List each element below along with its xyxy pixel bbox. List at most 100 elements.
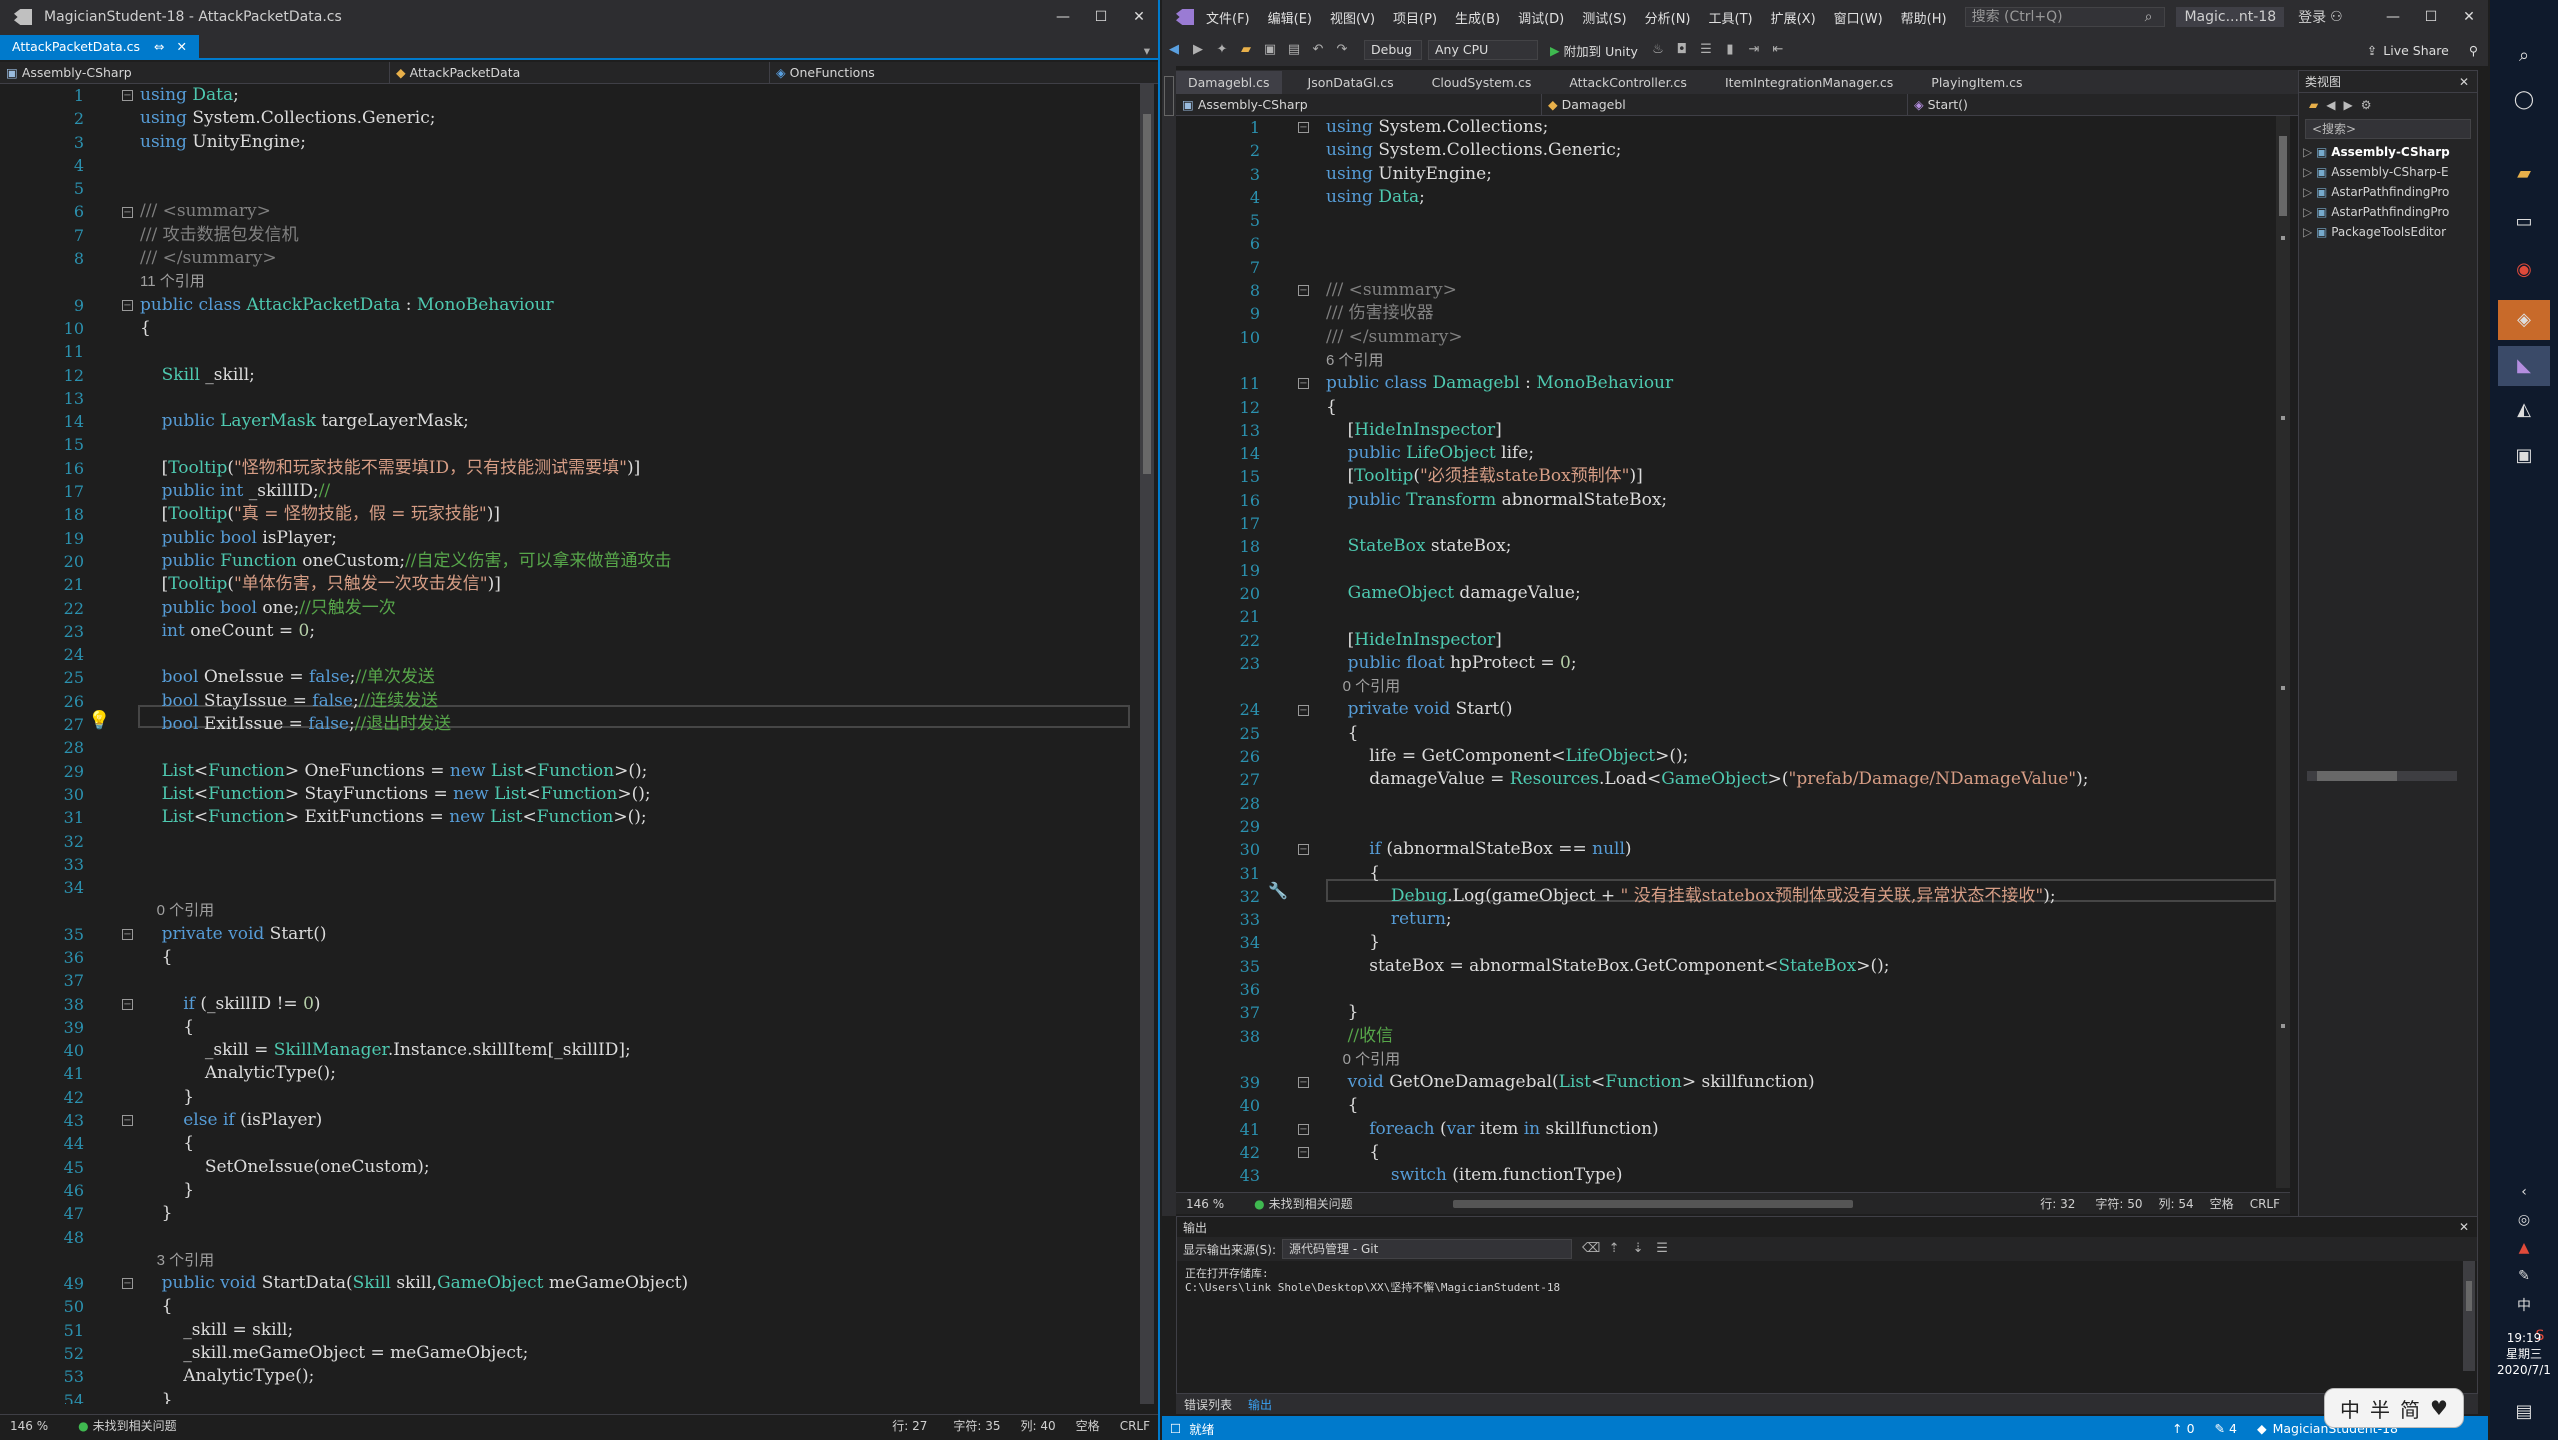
lightbulb-icon[interactable]: 💡: [88, 710, 110, 731]
word-wrap-icon[interactable]: ☰: [1654, 1241, 1670, 1257]
maximize-icon[interactable]: ☐: [2412, 9, 2450, 25]
platform-dropdown[interactable]: Any CPU: [1428, 40, 1538, 60]
menu-item[interactable]: 工具(T): [1709, 8, 1753, 27]
horizontal-scrollbar[interactable]: [1452, 1199, 1853, 1208]
bottom-tab[interactable]: 错误列表: [1176, 1396, 1240, 1413]
ime-chinese[interactable]: 中: [2340, 1394, 2360, 1423]
right-vertical-scrollbar[interactable]: [2276, 116, 2290, 1188]
forward-icon[interactable]: ▶: [1190, 42, 1206, 58]
fold-toggle-icon[interactable]: −: [1298, 285, 1309, 297]
flame-icon[interactable]: ♨: [1650, 42, 1666, 58]
fold-toggle-icon[interactable]: −: [1298, 1147, 1309, 1159]
unity-hub-icon[interactable]: ◈: [2498, 300, 2550, 340]
editor-tab[interactable]: Damagebl.cs: [1176, 71, 1282, 94]
search-input[interactable]: 搜索 (Ctrl+Q): [1964, 7, 2165, 27]
menu-item[interactable]: 测试(S): [1582, 8, 1626, 27]
left-vertical-scrollbar[interactable]: [1140, 84, 1154, 1404]
fold-toggle-icon[interactable]: −: [122, 1278, 133, 1290]
right-code-editor[interactable]: 1 2 3 4 5 6 7 8 9 10 11 12 13 14 15 16 17 18 19 20 21 22 23 24 2…: [1176, 116, 2276, 1188]
close-icon[interactable]: ✕: [2450, 9, 2488, 25]
class-dropdown[interactable]: ◆ Damagebl: [1542, 93, 1908, 116]
save-all-icon[interactable]: ▤: [1286, 42, 1302, 58]
zoom-level[interactable]: 146 %: [10, 1419, 48, 1433]
bottom-tab[interactable]: 输出: [1240, 1396, 1280, 1413]
ime-toolbar[interactable]: 中 半 简 ♥: [2324, 1388, 2464, 1428]
terminal-icon[interactable]: ▭: [2508, 206, 2540, 238]
menu-item[interactable]: 扩展(X): [1771, 8, 1816, 27]
back-icon[interactable]: ◀: [1166, 42, 1182, 58]
ime-simplified[interactable]: 简: [2400, 1394, 2420, 1423]
indent-icon[interactable]: ⇥: [1746, 42, 1762, 58]
menu-item[interactable]: 窗口(W): [1834, 8, 1883, 27]
member-dropdown[interactable]: ◈ OneFunctions: [770, 62, 1140, 84]
chrome-icon[interactable]: ◉: [2508, 254, 2540, 286]
forward-icon[interactable]: ▶: [2343, 98, 2352, 112]
fold-toggle-icon[interactable]: −: [122, 299, 133, 311]
editor-tab[interactable]: AttackController.cs: [1557, 71, 1699, 94]
close-icon[interactable]: ✕: [1120, 9, 1158, 25]
search-icon[interactable]: ⌕: [2508, 40, 2540, 72]
minimize-icon[interactable]: —: [2374, 9, 2412, 25]
member-dropdown[interactable]: ◈ Start(): [1908, 94, 2258, 116]
attach-unity-button[interactable]: 附加到 Unity: [1564, 41, 1638, 60]
left-scroll-thumb[interactable]: [1143, 114, 1151, 474]
project-dropdown[interactable]: ▣ Assembly-CSharp: [0, 61, 390, 84]
fold-toggle-icon[interactable]: −: [1298, 1123, 1309, 1135]
pin-icon[interactable]: ⇔: [154, 39, 164, 54]
live-share-button[interactable]: Live Share: [2383, 43, 2449, 58]
editor-tab[interactable]: ItemIntegrationManager.cs: [1713, 71, 1905, 94]
outdent-icon[interactable]: ⇤: [1770, 42, 1786, 58]
fold-toggle-icon[interactable]: −: [122, 928, 133, 940]
tab-attackpacketdata[interactable]: AttackPacketData.cs ⇔ ✕: [0, 35, 199, 58]
fold-toggle-icon[interactable]: −: [1298, 844, 1309, 856]
server-explorer-tab[interactable]: [1164, 76, 1174, 116]
git-up-count[interactable]: 0: [2187, 1421, 2195, 1436]
fold-toggle-icon[interactable]: −: [122, 1115, 133, 1127]
fold-toggle-icon[interactable]: −: [1298, 378, 1309, 390]
task-view-icon[interactable]: ◯: [2508, 84, 2540, 116]
unity-icon[interactable]: ◭: [2508, 394, 2540, 426]
zoom-level[interactable]: 146 %: [1186, 1197, 1224, 1211]
output-source-dropdown[interactable]: 源代码管理 - Git: [1282, 1239, 1573, 1259]
undo-icon[interactable]: ↶: [1310, 42, 1326, 58]
project-dropdown[interactable]: ▣ Assembly-CSharp: [1176, 93, 1542, 116]
back-icon[interactable]: ◀: [2326, 98, 2335, 112]
issues-status[interactable]: 未找到相关问题: [1269, 1195, 1353, 1212]
fold-toggle-icon[interactable]: −: [122, 206, 133, 218]
maximize-icon[interactable]: ☐: [1082, 9, 1120, 25]
pen-icon[interactable]: ✎: [2508, 1260, 2540, 1292]
class-view-item[interactable]: ▷ ▣ AstarPathfindingPro: [2303, 185, 2477, 205]
fold-toggle-icon[interactable]: −: [122, 998, 133, 1010]
clock-time[interactable]: 19:19: [2490, 1330, 2558, 1346]
feedback-icon[interactable]: ⚲: [2469, 43, 2478, 58]
fold-toggle-icon[interactable]: −: [1298, 122, 1309, 133]
class-view-item[interactable]: ▷ ▣ AstarPathfindingPro: [2303, 205, 2477, 225]
menu-item[interactable]: 项目(P): [1393, 8, 1437, 27]
configuration-dropdown[interactable]: Debug: [1364, 40, 1422, 60]
clear-icon[interactable]: ⌫: [1582, 1241, 1600, 1257]
open-folder-icon[interactable]: ▰: [1238, 42, 1254, 58]
login-link[interactable]: 登录: [2298, 7, 2326, 27]
app-icon[interactable]: ▣: [2508, 440, 2540, 472]
class-view-scrollbar[interactable]: [2307, 771, 2457, 781]
menu-item[interactable]: 分析(N): [1645, 8, 1691, 27]
class-dropdown[interactable]: ◆ AttackPacketData: [390, 61, 770, 84]
left-code-editor[interactable]: 1 2 3 4 5 6 7 8 9 10 11 12 13 14 15 16 17 18 19 20 21 22 23 24 2…: [0, 84, 1140, 1404]
fold-toggle-icon[interactable]: −: [1298, 704, 1309, 716]
menu-item[interactable]: 生成(B): [1455, 8, 1500, 27]
user-icon[interactable]: ⚇: [2330, 9, 2343, 25]
redo-icon[interactable]: ↷: [1334, 42, 1350, 58]
save-icon[interactable]: ▣: [1262, 42, 1278, 58]
class-view-search[interactable]: <搜索>: [2305, 119, 2471, 139]
menu-item[interactable]: 文件(F): [1206, 8, 1250, 27]
notification-icon[interactable]: ▤: [2508, 1396, 2540, 1428]
file-explorer-icon[interactable]: ▰: [2508, 158, 2540, 190]
tab-close-icon[interactable]: ✕: [176, 39, 186, 54]
tab-dropdown-icon[interactable]: ▾: [1144, 43, 1150, 58]
bookmark-icon[interactable]: ▮: [1722, 42, 1738, 58]
fold-toggle-icon[interactable]: −: [122, 90, 133, 101]
screwdriver-icon[interactable]: 🔧: [1268, 881, 1288, 900]
fold-toggle-icon[interactable]: −: [1298, 1077, 1309, 1089]
folder-icon[interactable]: ▰: [2309, 98, 2318, 112]
ime-lang-indicator[interactable]: 中: [2508, 1290, 2540, 1322]
